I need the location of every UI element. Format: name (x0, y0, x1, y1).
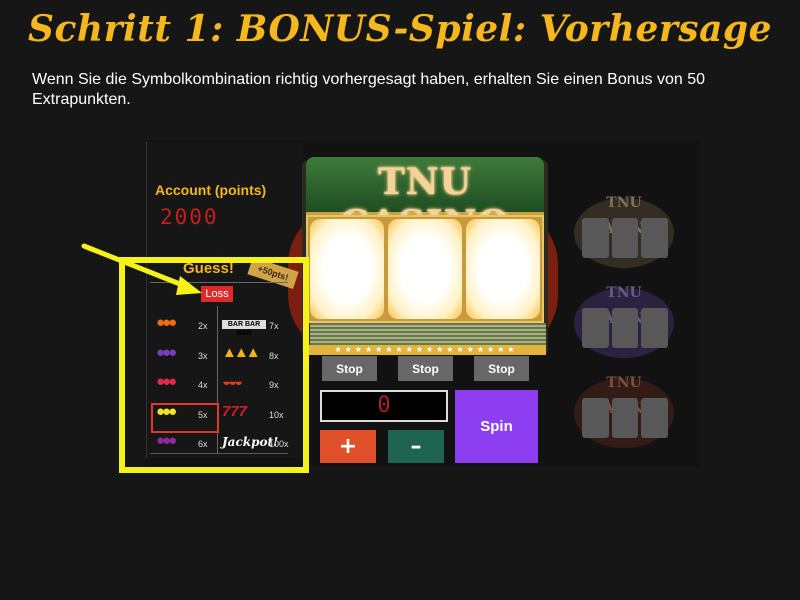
side-machine-brand: TNU CASINO (592, 285, 656, 327)
stop-button-1[interactable]: Stop (322, 356, 377, 381)
side-machine-reels (582, 308, 669, 348)
decrease-bet-button[interactable]: – (388, 430, 444, 463)
stop-button-2[interactable]: Stop (398, 356, 453, 381)
reel-2 (388, 219, 462, 319)
increase-bet-button[interactable]: + (320, 430, 376, 463)
bet-counter: 0 (320, 390, 448, 422)
side-machine-brand: TNU CASINO (592, 195, 656, 237)
side-machine-reels (582, 398, 669, 438)
reel-3 (466, 219, 540, 319)
spin-button[interactable]: Spin (455, 390, 538, 463)
account-value: 2000 (160, 205, 219, 229)
machine-lights: ★★★★★★★★★★★★★★★★★★ (306, 345, 546, 355)
stop-button-3[interactable]: Stop (474, 356, 529, 381)
side-machine-3: TNU CASINO (568, 370, 678, 450)
side-machine-brand: TNU CASINO (592, 375, 656, 417)
machine-grille (310, 323, 546, 345)
account-label: Account (points) (155, 182, 267, 198)
side-machine-reels (582, 218, 669, 258)
page-description: Wenn Sie die Symbolkombination richtig v… (32, 71, 706, 108)
page-title: Schritt 1: BONUS-Spiel: Vorhersage (28, 8, 772, 50)
tutorial-arrow-icon (81, 243, 202, 295)
side-machine-1: TNU CASINO (568, 190, 678, 270)
side-machine-2: TNU CASINO (568, 280, 678, 360)
reel-1 (310, 219, 384, 319)
machine-marquee: TNU CASINO (306, 157, 544, 245)
